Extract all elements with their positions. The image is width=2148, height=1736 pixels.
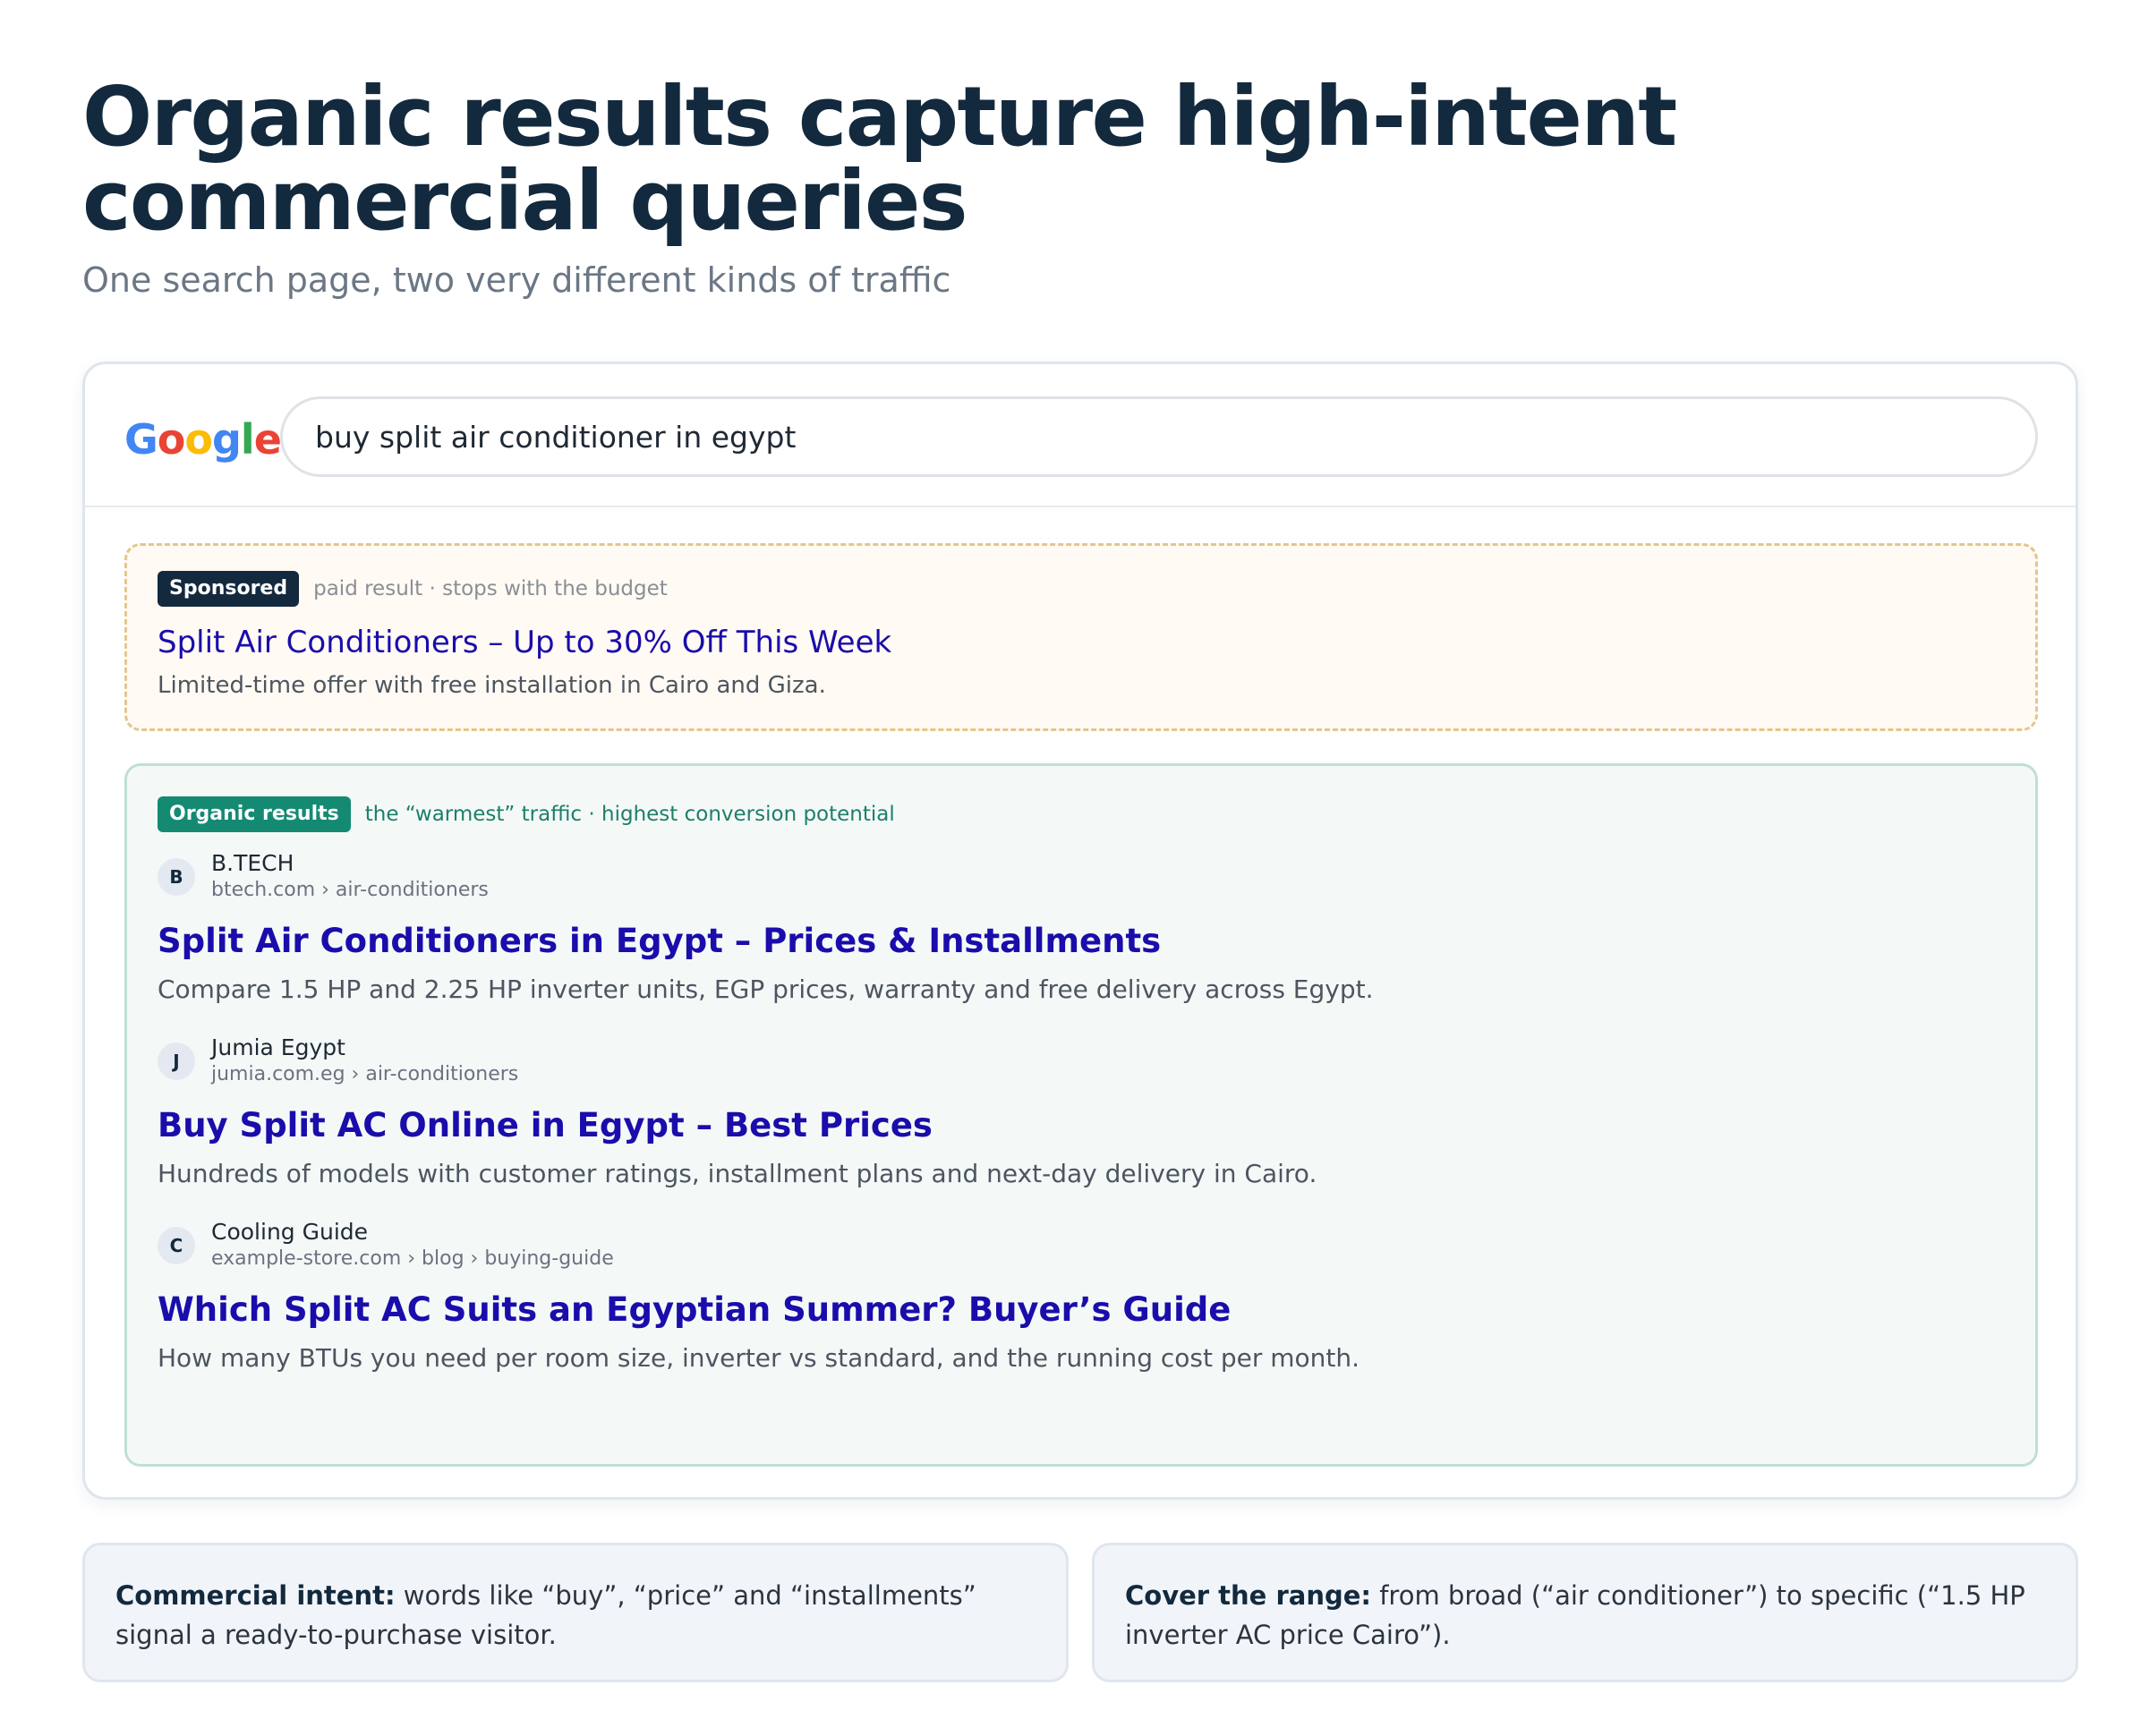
result-description: Compare 1.5 HP and 2.25 HP inverter unit… [158, 974, 1374, 1004]
site-favicon-icon: C [158, 1227, 195, 1264]
search-input[interactable] [280, 396, 2038, 477]
result-url: jumia.com.eg › air-conditioners [211, 1063, 519, 1085]
organic-badge: Organic results [158, 796, 351, 832]
organic-result: B B.TECH btech.com › air-conditioners Sp… [158, 850, 2005, 1008]
google-logo[interactable]: Google [124, 413, 282, 466]
site-favicon-icon: J [158, 1042, 195, 1080]
result-url: example-store.com › blog › buying-guide [211, 1247, 614, 1270]
search-bar: Google [85, 364, 2076, 507]
page: Organic results capture high-intent comm… [0, 0, 2148, 1736]
result-site: Cooling Guide example-store.com › blog ›… [211, 1219, 614, 1272]
result-site-name: B.TECH [211, 850, 294, 876]
organic-result: C Cooling Guide example-store.com › blog… [158, 1219, 2005, 1376]
result-site: Jumia Egypt jumia.com.eg › air-condition… [211, 1034, 518, 1088]
result-description: Hundreds of models with customer ratings… [158, 1159, 1317, 1188]
result-url: btech.com › air-conditioners [211, 879, 489, 901]
callout-commercial-intent: Commercial intent: words like “buy”, “pr… [82, 1543, 1069, 1682]
site-favicon-icon: B [158, 858, 195, 896]
organic-results: Organic results the “warmest” traffic · … [124, 763, 2038, 1467]
sponsored-note: paid result · stops with the budget [313, 577, 668, 600]
result-title-link[interactable]: Split Air Conditioners in Egypt – Prices… [158, 920, 2005, 963]
result-site-row[interactable]: C Cooling Guide example-store.com › blog… [158, 1219, 2005, 1272]
callout-cover-range: Cover the range: from broad (“air condit… [1092, 1543, 2078, 1682]
logo-letter: o [157, 415, 186, 464]
logo-letter: o [184, 415, 213, 464]
search-results-panel: Google Sponsored paid result · stops wit… [82, 362, 2078, 1500]
result-title-link[interactable]: Which Split AC Suits an Egyptian Summer?… [158, 1289, 2005, 1332]
logo-letter: g [211, 415, 242, 464]
sponsored-tag-row: Sponsored paid result · stops with the b… [158, 571, 2005, 607]
result-site-row[interactable]: B B.TECH btech.com › air-conditioners [158, 850, 2005, 904]
result-site: B.TECH btech.com › air-conditioners [211, 850, 489, 904]
result-description: How many BTUs you need per room size, in… [158, 1343, 1360, 1373]
organic-result-list: B B.TECH btech.com › air-conditioners Sp… [158, 850, 2005, 1376]
organic-tag-row: Organic results the “warmest” traffic · … [158, 796, 2005, 832]
sponsored-badge: Sponsored [158, 571, 300, 607]
page-subtitle: One search page, two very different kind… [82, 260, 951, 300]
result-site-row[interactable]: J Jumia Egypt jumia.com.eg › air-conditi… [158, 1034, 2005, 1088]
result-title-link[interactable]: Buy Split AC Online in Egypt – Best Pric… [158, 1104, 2005, 1147]
logo-letter: l [240, 415, 255, 464]
callout-label: Commercial intent: [115, 1580, 396, 1611]
logo-letter: e [253, 415, 282, 464]
page-title: Organic results capture high-intent comm… [82, 69, 1677, 249]
result-site-name: Jumia Egypt [211, 1034, 345, 1060]
sponsored-description: Limited-time offer with free installatio… [158, 672, 826, 699]
logo-letter: G [124, 415, 158, 464]
organic-result: J Jumia Egypt jumia.com.eg › air-conditi… [158, 1034, 2005, 1192]
organic-note: the “warmest” traffic · highest conversi… [364, 803, 895, 826]
result-site-name: Cooling Guide [211, 1219, 369, 1245]
sponsored-title-link[interactable]: Split Air Conditioners – Up to 30% Off T… [158, 623, 2005, 662]
callout-label: Cover the range: [1125, 1580, 1371, 1611]
sponsored-result: Sponsored paid result · stops with the b… [124, 543, 2038, 731]
